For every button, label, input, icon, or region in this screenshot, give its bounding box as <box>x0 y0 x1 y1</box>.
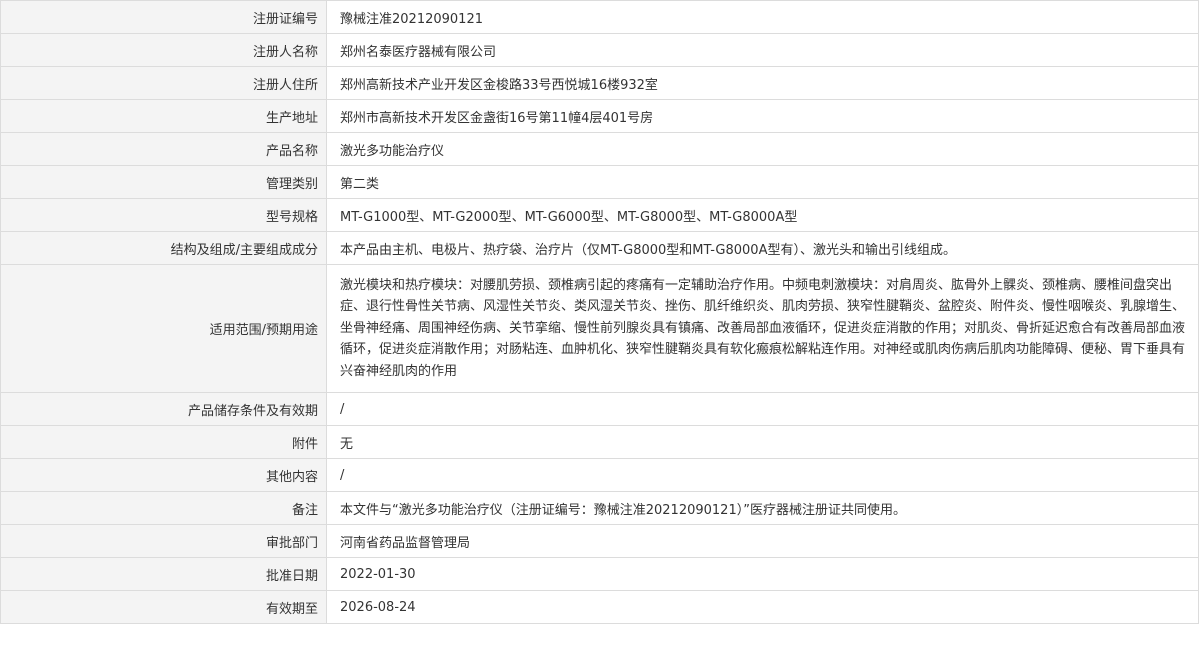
row-model-specification: 型号规格 MT-G1000型、MT-G2000型、MT-G6000型、MT-G8… <box>0 198 1199 232</box>
row-label: 备注 <box>0 491 327 525</box>
row-value: / <box>326 458 1199 492</box>
row-approval-department: 审批部门 河南省药品监督管理局 <box>0 524 1199 558</box>
row-value: 激光模块和热疗模块：对腰肌劳损、颈椎病引起的疼痛有一定辅助治疗作用。中频电刺激模… <box>326 264 1199 393</box>
row-label: 产品储存条件及有效期 <box>0 392 327 426</box>
row-value: MT-G1000型、MT-G2000型、MT-G6000型、MT-G8000型、… <box>326 198 1199 232</box>
row-label: 适用范围/预期用途 <box>0 264 327 393</box>
row-value: 本文件与“激光多功能治疗仪（注册证编号：豫械注准20212090121）”医疗器… <box>326 491 1199 525</box>
row-registrant-address: 注册人住所 郑州高新技术产业开发区金梭路33号西悦城16楼932室 <box>0 66 1199 100</box>
row-structure-composition: 结构及组成/主要组成成分 本产品由主机、电极片、热疗袋、治疗片（仅MT-G800… <box>0 231 1199 265</box>
row-value: 激光多功能治疗仪 <box>326 132 1199 166</box>
registration-info-table: 注册证编号 豫械注准20212090121 注册人名称 郑州名泰医疗器械有限公司… <box>0 0 1199 624</box>
row-value: 郑州市高新技术开发区金盏街16号第11幢4层401号房 <box>326 99 1199 133</box>
row-value: 本产品由主机、电极片、热疗袋、治疗片（仅MT-G8000型和MT-G8000A型… <box>326 231 1199 265</box>
row-product-name: 产品名称 激光多功能治疗仪 <box>0 132 1199 166</box>
row-label: 其他内容 <box>0 458 327 492</box>
row-label: 结构及组成/主要组成成分 <box>0 231 327 265</box>
row-label: 批准日期 <box>0 557 327 591</box>
row-remarks: 备注 本文件与“激光多功能治疗仪（注册证编号：豫械注准20212090121）”… <box>0 491 1199 525</box>
row-value: 第二类 <box>326 165 1199 199</box>
row-value: 2022-01-30 <box>326 557 1199 591</box>
row-attachments: 附件 无 <box>0 425 1199 459</box>
row-value: 河南省药品监督管理局 <box>326 524 1199 558</box>
row-registration-number: 注册证编号 豫械注准20212090121 <box>0 0 1199 34</box>
row-label: 产品名称 <box>0 132 327 166</box>
row-value: / <box>326 392 1199 426</box>
row-label: 附件 <box>0 425 327 459</box>
row-label: 注册人住所 <box>0 66 327 100</box>
row-label: 管理类别 <box>0 165 327 199</box>
row-registrant-name: 注册人名称 郑州名泰医疗器械有限公司 <box>0 33 1199 67</box>
row-other-content: 其他内容 / <box>0 458 1199 492</box>
row-label: 审批部门 <box>0 524 327 558</box>
row-label: 有效期至 <box>0 590 327 624</box>
row-approval-date: 批准日期 2022-01-30 <box>0 557 1199 591</box>
row-value: 郑州高新技术产业开发区金梭路33号西悦城16楼932室 <box>326 66 1199 100</box>
row-scope-intended-use: 适用范围/预期用途 激光模块和热疗模块：对腰肌劳损、颈椎病引起的疼痛有一定辅助治… <box>0 264 1199 393</box>
row-valid-until: 有效期至 2026-08-24 <box>0 590 1199 624</box>
row-value: 郑州名泰医疗器械有限公司 <box>326 33 1199 67</box>
row-label: 注册人名称 <box>0 33 327 67</box>
row-value: 无 <box>326 425 1199 459</box>
row-management-category: 管理类别 第二类 <box>0 165 1199 199</box>
row-label: 型号规格 <box>0 198 327 232</box>
row-production-address: 生产地址 郑州市高新技术开发区金盏街16号第11幢4层401号房 <box>0 99 1199 133</box>
row-storage-validity: 产品储存条件及有效期 / <box>0 392 1199 426</box>
row-value: 2026-08-24 <box>326 590 1199 624</box>
row-label: 注册证编号 <box>0 0 327 34</box>
row-label: 生产地址 <box>0 99 327 133</box>
row-value: 豫械注准20212090121 <box>326 0 1199 34</box>
